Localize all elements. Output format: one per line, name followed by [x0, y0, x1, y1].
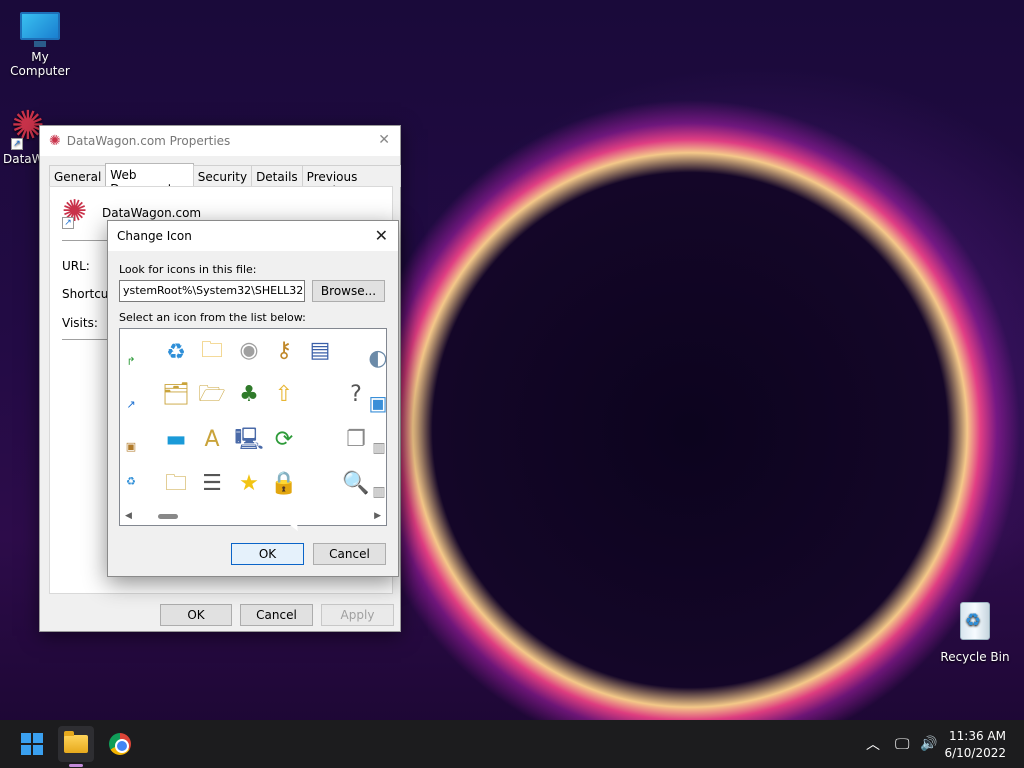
start-button[interactable]: [14, 726, 50, 762]
shortcut-arrow-icon[interactable]: ↗: [123, 397, 139, 413]
key-icon[interactable]: ⚷: [268, 335, 300, 367]
shortcut-overlay-icon[interactable]: ↱: [123, 354, 139, 370]
folder-computer-icon[interactable]: 🖳: [233, 424, 265, 456]
shortcut-arrow-icon: ↗: [62, 217, 74, 229]
apply-button[interactable]: Apply: [321, 604, 394, 626]
file-label: Look for icons in this file:: [119, 263, 257, 276]
globe-partial-icon[interactable]: ◐: [368, 343, 386, 375]
lock-icon[interactable]: 🔒: [268, 468, 300, 500]
desktop-icon-recycle-bin[interactable]: ♻ Recycle Bin: [935, 598, 1015, 664]
monitor-partial-icon[interactable]: ▣: [369, 387, 386, 419]
fonts-folder-icon[interactable]: A: [196, 424, 228, 456]
folder-drive-icon[interactable]: 🗁: [196, 379, 228, 411]
network-icon: 🖵: [895, 735, 910, 753]
window-title: DataWagon.com Properties: [66, 134, 231, 148]
desktop-icon-label: My Computer: [10, 50, 70, 78]
tree-icon[interactable]: ♣: [233, 379, 265, 411]
scroll-left-icon[interactable]: ◀: [125, 511, 132, 521]
run-program-icon[interactable]: ▤: [304, 335, 336, 367]
visits-label: Visits:: [62, 316, 98, 330]
start-icon: [21, 733, 43, 755]
volume-button[interactable]: 🔊: [920, 720, 937, 768]
icon-list[interactable]: ↱ ↗ ▣ ♻ ♻ 🗀 ◉ ⚷ ▤ ◐ 🗂 🗁 ♣ ⇧ ? ▣ ▬ A 🖳 ⟳ …: [119, 328, 387, 526]
shortcut-name: DataWagon.com: [102, 206, 202, 220]
datawagon-icon: ✺: [49, 133, 61, 149]
chrome-button[interactable]: [102, 726, 138, 762]
tab-details[interactable]: Details: [251, 165, 303, 187]
dialog-title: Change Icon: [117, 229, 192, 243]
sync-icon[interactable]: ⟳: [268, 424, 300, 456]
icon-file-input[interactable]: ystemRoot%\System32\SHELL32.dll: [119, 280, 305, 302]
close-icon[interactable]: ✕: [375, 226, 388, 245]
chrome-icon: [109, 733, 131, 755]
scroll-right-icon[interactable]: ▶: [374, 511, 381, 521]
desktop-icon-label: Recycle Bin: [940, 650, 1010, 664]
folder-up-icon[interactable]: ⇧: [268, 379, 300, 411]
ok-button[interactable]: OK: [231, 543, 304, 565]
horizontal-scrollbar[interactable]: ◀ ▶: [120, 509, 386, 525]
tab-general[interactable]: General: [49, 165, 107, 187]
list-items-icon[interactable]: ☰: [196, 468, 228, 500]
search-document-icon[interactable]: 🔍: [340, 468, 372, 500]
archive-box-icon[interactable]: ▣: [123, 439, 139, 455]
cancel-button[interactable]: Cancel: [240, 604, 313, 626]
copy-pages-icon[interactable]: ❐: [340, 424, 372, 456]
show-hidden-icons-button[interactable]: ︿: [866, 720, 880, 768]
active-indicator: [69, 764, 83, 767]
blue-window-icon[interactable]: ▬: [160, 424, 192, 456]
file-explorer-button[interactable]: [58, 726, 94, 762]
close-icon[interactable]: ✕: [378, 132, 390, 148]
change-icon-dialog: Change Icon ✕ Look for icons in this fil…: [107, 220, 399, 577]
properties-tabs: General Web Document Security Details Pr…: [49, 163, 401, 198]
ok-button[interactable]: OK: [160, 604, 232, 626]
star-icon[interactable]: ★: [233, 468, 265, 500]
folder-settings-icon[interactable]: 🗂: [160, 379, 192, 411]
cancel-button[interactable]: Cancel: [313, 543, 386, 565]
chevron-up-icon: ︿: [866, 737, 880, 753]
url-label: URL:: [62, 259, 90, 273]
divider: [62, 339, 110, 340]
list-label: Select an icon from the list below:: [119, 311, 306, 324]
network-button[interactable]: 🖵: [895, 720, 909, 768]
computer-icon: [18, 10, 62, 48]
change-icon-title-bar[interactable]: Change Icon ✕: [108, 221, 398, 251]
file-explorer-icon: [64, 731, 88, 753]
drive-help-icon[interactable]: ?: [340, 379, 372, 411]
folder-grid-icon[interactable]: 🗀: [196, 335, 228, 367]
browse-button[interactable]: Browse...: [312, 280, 385, 302]
tab-security[interactable]: Security: [192, 165, 253, 187]
server-partial-icon[interactable]: ▥: [372, 476, 386, 508]
clock-date: 6/10/2022: [944, 746, 1006, 760]
recycle-bin-full-icon[interactable]: ♻: [123, 474, 139, 490]
network-folder-icon[interactable]: 🗀: [160, 468, 192, 500]
taskbar: ︿ 🖵 🔊 11:36 AM 6/10/2022: [0, 720, 1024, 768]
tab-web-document[interactable]: Web Document: [105, 163, 194, 196]
datawagon-icon: ✺ ↗: [62, 194, 88, 229]
properties-title-bar[interactable]: ✺ DataWagon.com Properties ✕: [40, 126, 400, 156]
printer-partial-icon[interactable]: ▥: [372, 432, 386, 464]
clock-time: 11:36 AM: [949, 729, 1006, 743]
scroll-thumb[interactable]: [158, 514, 178, 519]
clock[interactable]: 11:36 AM 6/10/2022: [944, 728, 1006, 762]
recycle-bin-icon[interactable]: ♻: [160, 337, 192, 369]
shortcut-arrow-icon: ↗: [11, 138, 23, 150]
desktop-icon-my-computer[interactable]: My Computer: [0, 10, 80, 78]
tab-previous-versions[interactable]: Previous Versions: [301, 165, 401, 198]
recycle-bin-icon: ♻: [957, 598, 993, 642]
cd-music-icon[interactable]: ◉: [233, 335, 265, 367]
speaker-icon: 🔊: [920, 736, 938, 752]
